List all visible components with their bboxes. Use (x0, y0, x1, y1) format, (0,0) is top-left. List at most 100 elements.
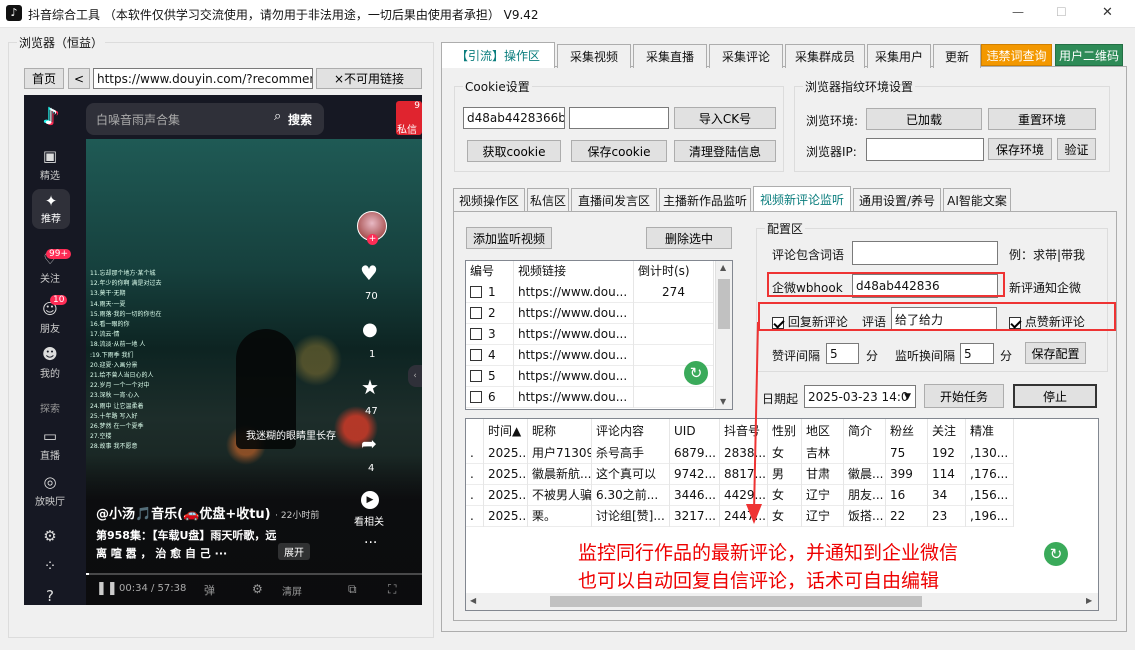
row-checkbox[interactable] (470, 391, 482, 403)
search-bar[interactable]: 白噪音雨声合集 ⌕ 搜索 (86, 103, 324, 135)
refresh-icon[interactable]: ↻ (684, 361, 708, 385)
video-author[interactable]: @小汤🎵音乐(🚗优盘+收tu) · 22小时前 (96, 503, 319, 522)
column-header[interactable] (466, 419, 484, 443)
row-number-cell[interactable]: 3 (466, 323, 514, 345)
row-checkbox[interactable] (470, 328, 482, 340)
table-cell[interactable]: 栗。 (528, 505, 592, 527)
column-header[interactable]: 编号 (466, 261, 514, 282)
nav-featured[interactable]: ▣ 精选 (24, 147, 76, 182)
table-cell[interactable]: 23 (928, 505, 966, 527)
fullscreen-icon[interactable]: ⛶ (388, 582, 396, 597)
follow-plus-icon[interactable]: + (367, 234, 378, 245)
sub-tab-5[interactable]: 通用设置/养号 (853, 188, 941, 212)
video-link-cell[interactable]: https://www.dou... (514, 344, 634, 366)
video-link-cell[interactable]: https://www.dou... (514, 302, 634, 324)
share-icon[interactable]: ➦ (361, 433, 377, 455)
table-cell[interactable]: 用户71309... (528, 442, 592, 464)
column-header[interactable]: 倒计时(s) (634, 261, 714, 282)
table-cell[interactable]: 饭搭... (844, 505, 886, 527)
video-link-cell[interactable]: https://www.dou... (514, 365, 634, 387)
table-row[interactable]: 3 https://www.dou... (466, 323, 714, 345)
start-task-button[interactable]: 开始任务 (924, 384, 1004, 408)
date-picker[interactable]: 2025-03-23 14:0 ▼ (804, 385, 916, 408)
import-ck-button[interactable]: 导入CK号 (674, 107, 776, 129)
nav-live[interactable]: ▭ 直播 (24, 427, 76, 462)
table-row[interactable]: 1 https://www.dou... 274 (466, 281, 714, 303)
nav-friends[interactable]: ☺ 朋友 (24, 300, 76, 335)
sub-tab-0[interactable]: 视频操作区 (453, 188, 525, 212)
column-header[interactable]: 地区 (802, 419, 844, 443)
more-options-icon[interactable]: ··· (364, 535, 377, 551)
hscroll-thumb[interactable] (550, 596, 922, 607)
reset-env-button[interactable]: 重置环境 (988, 108, 1096, 130)
browser-ip-input[interactable] (866, 138, 984, 161)
scroll-down-icon[interactable]: ▼ (720, 397, 726, 406)
top-tab-4[interactable]: 采集群成员 (785, 44, 865, 68)
pip-icon[interactable]: ⧉ (348, 582, 357, 597)
get-cookie-button[interactable]: 获取cookie (467, 140, 561, 162)
table-cell[interactable]: . (466, 484, 484, 506)
table-row[interactable]: 4 https://www.dou... (466, 344, 714, 366)
user-qr-button[interactable]: 用户二维码 (1055, 44, 1123, 66)
env-loaded-button[interactable]: 已加载 (866, 108, 982, 130)
table-cell[interactable]: ,156... (966, 484, 1014, 506)
table-row[interactable]: 6 https://www.dou... (466, 386, 714, 408)
like-icon[interactable]: ♥ (360, 261, 378, 285)
table-row[interactable]: 2 https://www.dou... (466, 302, 714, 324)
back-button[interactable]: < (68, 68, 90, 89)
add-monitor-video-button[interactable]: 添加监听视频 (466, 227, 552, 249)
sub-tab-1[interactable]: 私信区 (527, 188, 569, 212)
messages-button[interactable]: 9 私信 (396, 101, 422, 136)
table-row[interactable]: 5 https://www.dou... (466, 365, 714, 387)
clear-login-button[interactable]: 清理登陆信息 (674, 140, 776, 162)
column-header[interactable]: 昵称 (528, 419, 592, 443)
table-cell[interactable]: 75 (886, 442, 928, 464)
row-checkbox[interactable] (470, 286, 482, 298)
search-input[interactable]: 白噪音雨声合集 (96, 111, 180, 128)
stop-button[interactable]: 停止 (1013, 384, 1097, 408)
column-header[interactable]: 视频链接 (514, 261, 634, 282)
douyin-logo-icon[interactable]: ♪ (38, 105, 64, 131)
progress-track[interactable] (86, 573, 422, 575)
top-tab-1[interactable]: 采集视频 (557, 44, 631, 68)
clear-screen-button[interactable]: 清屏 (282, 583, 302, 598)
comment-icon[interactable]: ● (362, 319, 378, 340)
cookie-value-input[interactable]: d48ab4428366be (463, 107, 565, 129)
video-link-cell[interactable]: https://www.dou... (514, 281, 634, 303)
column-header[interactable]: 评论内容 (592, 419, 670, 443)
row-checkbox[interactable] (470, 307, 482, 319)
table-cell[interactable]: 讨论组[赞]... (592, 505, 670, 527)
row-number-cell[interactable]: 5 (466, 365, 514, 387)
table-cell[interactable]: 2025... (484, 463, 528, 485)
table-cell[interactable]: 2025... (484, 505, 528, 527)
table-cell[interactable]: 徽晨新航... (528, 463, 592, 485)
favorite-icon[interactable]: ★ (361, 375, 379, 399)
table-cell[interactable]: 吉林 (802, 442, 844, 464)
switch-interval-input[interactable]: 5 (960, 343, 994, 364)
help-icon[interactable]: ? (24, 587, 76, 605)
maximize-button[interactable]: ☐ (1056, 5, 1067, 19)
table-cell[interactable]: 2025... (484, 442, 528, 464)
sub-tab-6[interactable]: AI智能文案 (943, 188, 1011, 212)
nav-recommend[interactable]: ✦ 推荐 (32, 189, 70, 229)
table-cell[interactable]: 192 (928, 442, 966, 464)
scroll-thumb[interactable] (718, 279, 730, 329)
sub-tab-4[interactable]: 视频新评论监听 (753, 186, 851, 212)
scroll-left-icon[interactable]: ◀ (470, 596, 476, 605)
monitor-scrollbar[interactable]: ▲ ▼ (715, 261, 732, 409)
table-cell[interactable]: 114 (928, 463, 966, 485)
nav-me[interactable]: ☻ 我的 (24, 345, 76, 380)
settings-icon[interactable]: ⚙ (252, 582, 263, 596)
home-button[interactable]: 首页 (24, 68, 64, 89)
table-cell[interactable]: ,130... (966, 442, 1014, 464)
table-cell[interactable]: ,196... (966, 505, 1014, 527)
settings-icon[interactable]: ⚙ (24, 527, 76, 547)
table-cell[interactable] (844, 442, 886, 464)
row-checkbox[interactable] (470, 370, 482, 382)
results-hscrollbar[interactable]: ◀ ▶ (466, 593, 1098, 610)
related-play-icon[interactable]: ▶ (361, 491, 379, 509)
save-env-button[interactable]: 保存环境 (988, 138, 1052, 160)
unavailable-link-button[interactable]: ×不可用链接 (316, 68, 422, 89)
table-cell[interactable]: 杀号高手 (592, 442, 670, 464)
table-cell[interactable]: 不被男人骗 (528, 484, 592, 506)
